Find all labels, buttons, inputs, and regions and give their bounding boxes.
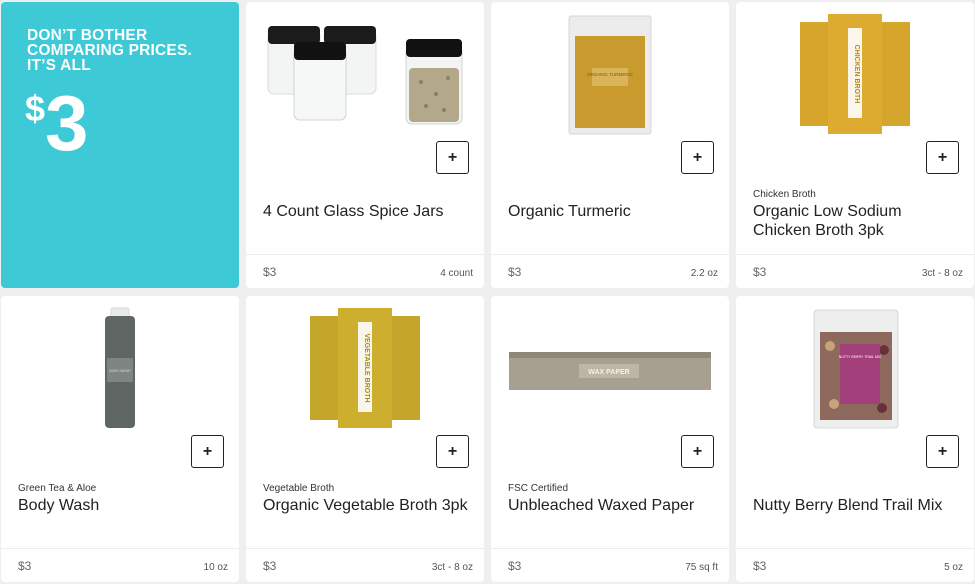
promo-price-value: 3: [45, 79, 89, 167]
add-to-cart-button[interactable]: +: [926, 141, 959, 174]
card-divider: [736, 254, 974, 255]
promo-banner: DON’T BOTHER COMPARING PRICES. IT’S ALL …: [1, 2, 239, 288]
turmeric-pouch-image: ORGANIC TURMERIC: [491, 2, 729, 142]
product-card[interactable]: CHICKEN BROTH + Chicken Broth Organic Lo…: [736, 2, 974, 288]
product-size: 10 oz: [203, 562, 228, 573]
product-grid: DON’T BOTHER COMPARING PRICES. IT’S ALL …: [0, 0, 975, 584]
product-name[interactable]: Organic Vegetable Broth 3pk: [263, 496, 468, 515]
product-card[interactable]: WAX PAPER + FSC Certified Unbleached Wax…: [491, 296, 729, 582]
product-name[interactable]: Nutty Berry Blend Trail Mix: [753, 496, 958, 515]
spice-jars-image: [246, 2, 484, 142]
product-size: 4 count: [440, 268, 473, 279]
product-name[interactable]: Unbleached Waxed Paper: [508, 496, 713, 515]
card-divider: [491, 548, 729, 549]
add-to-cart-button[interactable]: +: [926, 435, 959, 468]
product-name[interactable]: Body Wash: [18, 496, 223, 515]
add-to-cart-button[interactable]: +: [681, 141, 714, 174]
promo-headline: DON’T BOTHER COMPARING PRICES. IT’S ALL: [27, 27, 227, 74]
product-price: $3: [263, 559, 277, 573]
product-price: $3: [753, 265, 767, 279]
product-size: 2.2 oz: [690, 268, 718, 279]
package-label: WAX PAPER: [588, 369, 630, 376]
trail-mix-bag-image: NUTTY BERRY TRAIL MIX: [736, 296, 974, 436]
product-size: 75 sq ft: [685, 562, 718, 573]
product-subtitle: Green Tea & Aloe: [18, 483, 97, 494]
package-label: CHICKEN BROTH: [853, 45, 860, 104]
product-price: $3: [18, 559, 32, 573]
card-divider: [736, 548, 974, 549]
product-card[interactable]: ORGANIC TURMERIC + Organic Turmeric $3 2…: [491, 2, 729, 288]
add-to-cart-button[interactable]: +: [191, 435, 224, 468]
product-price: $3: [753, 559, 767, 573]
add-to-cart-button[interactable]: +: [681, 435, 714, 468]
product-name[interactable]: Organic Turmeric: [508, 202, 713, 221]
chicken-broth-cartons-image: CHICKEN BROTH: [736, 2, 974, 142]
product-price: $3: [508, 559, 522, 573]
promo-price-symbol: $: [25, 88, 46, 129]
product-price: $3: [263, 265, 277, 279]
add-to-cart-button[interactable]: +: [436, 435, 469, 468]
card-divider: [246, 548, 484, 549]
product-size: 5 oz: [944, 562, 963, 573]
product-price: $3: [508, 265, 522, 279]
package-label: ORGANIC TURMERIC: [587, 72, 634, 77]
card-divider: [491, 254, 729, 255]
product-card[interactable]: NUTTY BERRY TRAIL MIX + Nutty Berry Blen…: [736, 296, 974, 582]
package-label: BODY WASH: [109, 369, 131, 373]
product-card[interactable]: VEGETABLE BROTH + Vegetable Broth Organi…: [246, 296, 484, 582]
body-wash-bottle-image: BODY WASH: [1, 296, 239, 436]
promo-headline-line: COMPARING PRICES.: [27, 42, 193, 59]
add-to-cart-button[interactable]: +: [436, 141, 469, 174]
product-subtitle: Vegetable Broth: [263, 483, 335, 494]
promo-price: $3: [25, 84, 88, 162]
wax-paper-box-image: WAX PAPER: [491, 296, 729, 436]
product-name[interactable]: Organic Low Sodium Chicken Broth 3pk: [753, 202, 958, 240]
product-card[interactable]: BODY WASH + Green Tea & Aloe Body Wash $…: [1, 296, 239, 582]
product-name[interactable]: 4 Count Glass Spice Jars: [263, 202, 468, 221]
card-divider: [1, 548, 239, 549]
package-label: VEGETABLE BROTH: [363, 333, 370, 402]
product-card[interactable]: + 4 Count Glass Spice Jars $3 4 count: [246, 2, 484, 288]
card-divider: [246, 254, 484, 255]
package-label: NUTTY BERRY TRAIL MIX: [839, 355, 882, 359]
promo-headline-line: DON’T BOTHER: [27, 27, 148, 44]
product-subtitle: Chicken Broth: [753, 189, 816, 200]
product-size: 3ct - 8 oz: [921, 268, 963, 279]
vegetable-broth-cartons-image: VEGETABLE BROTH: [246, 296, 484, 436]
product-subtitle: FSC Certified: [508, 483, 569, 494]
product-size: 3ct - 8 oz: [431, 562, 473, 573]
promo-headline-line: IT’S ALL: [27, 57, 91, 74]
